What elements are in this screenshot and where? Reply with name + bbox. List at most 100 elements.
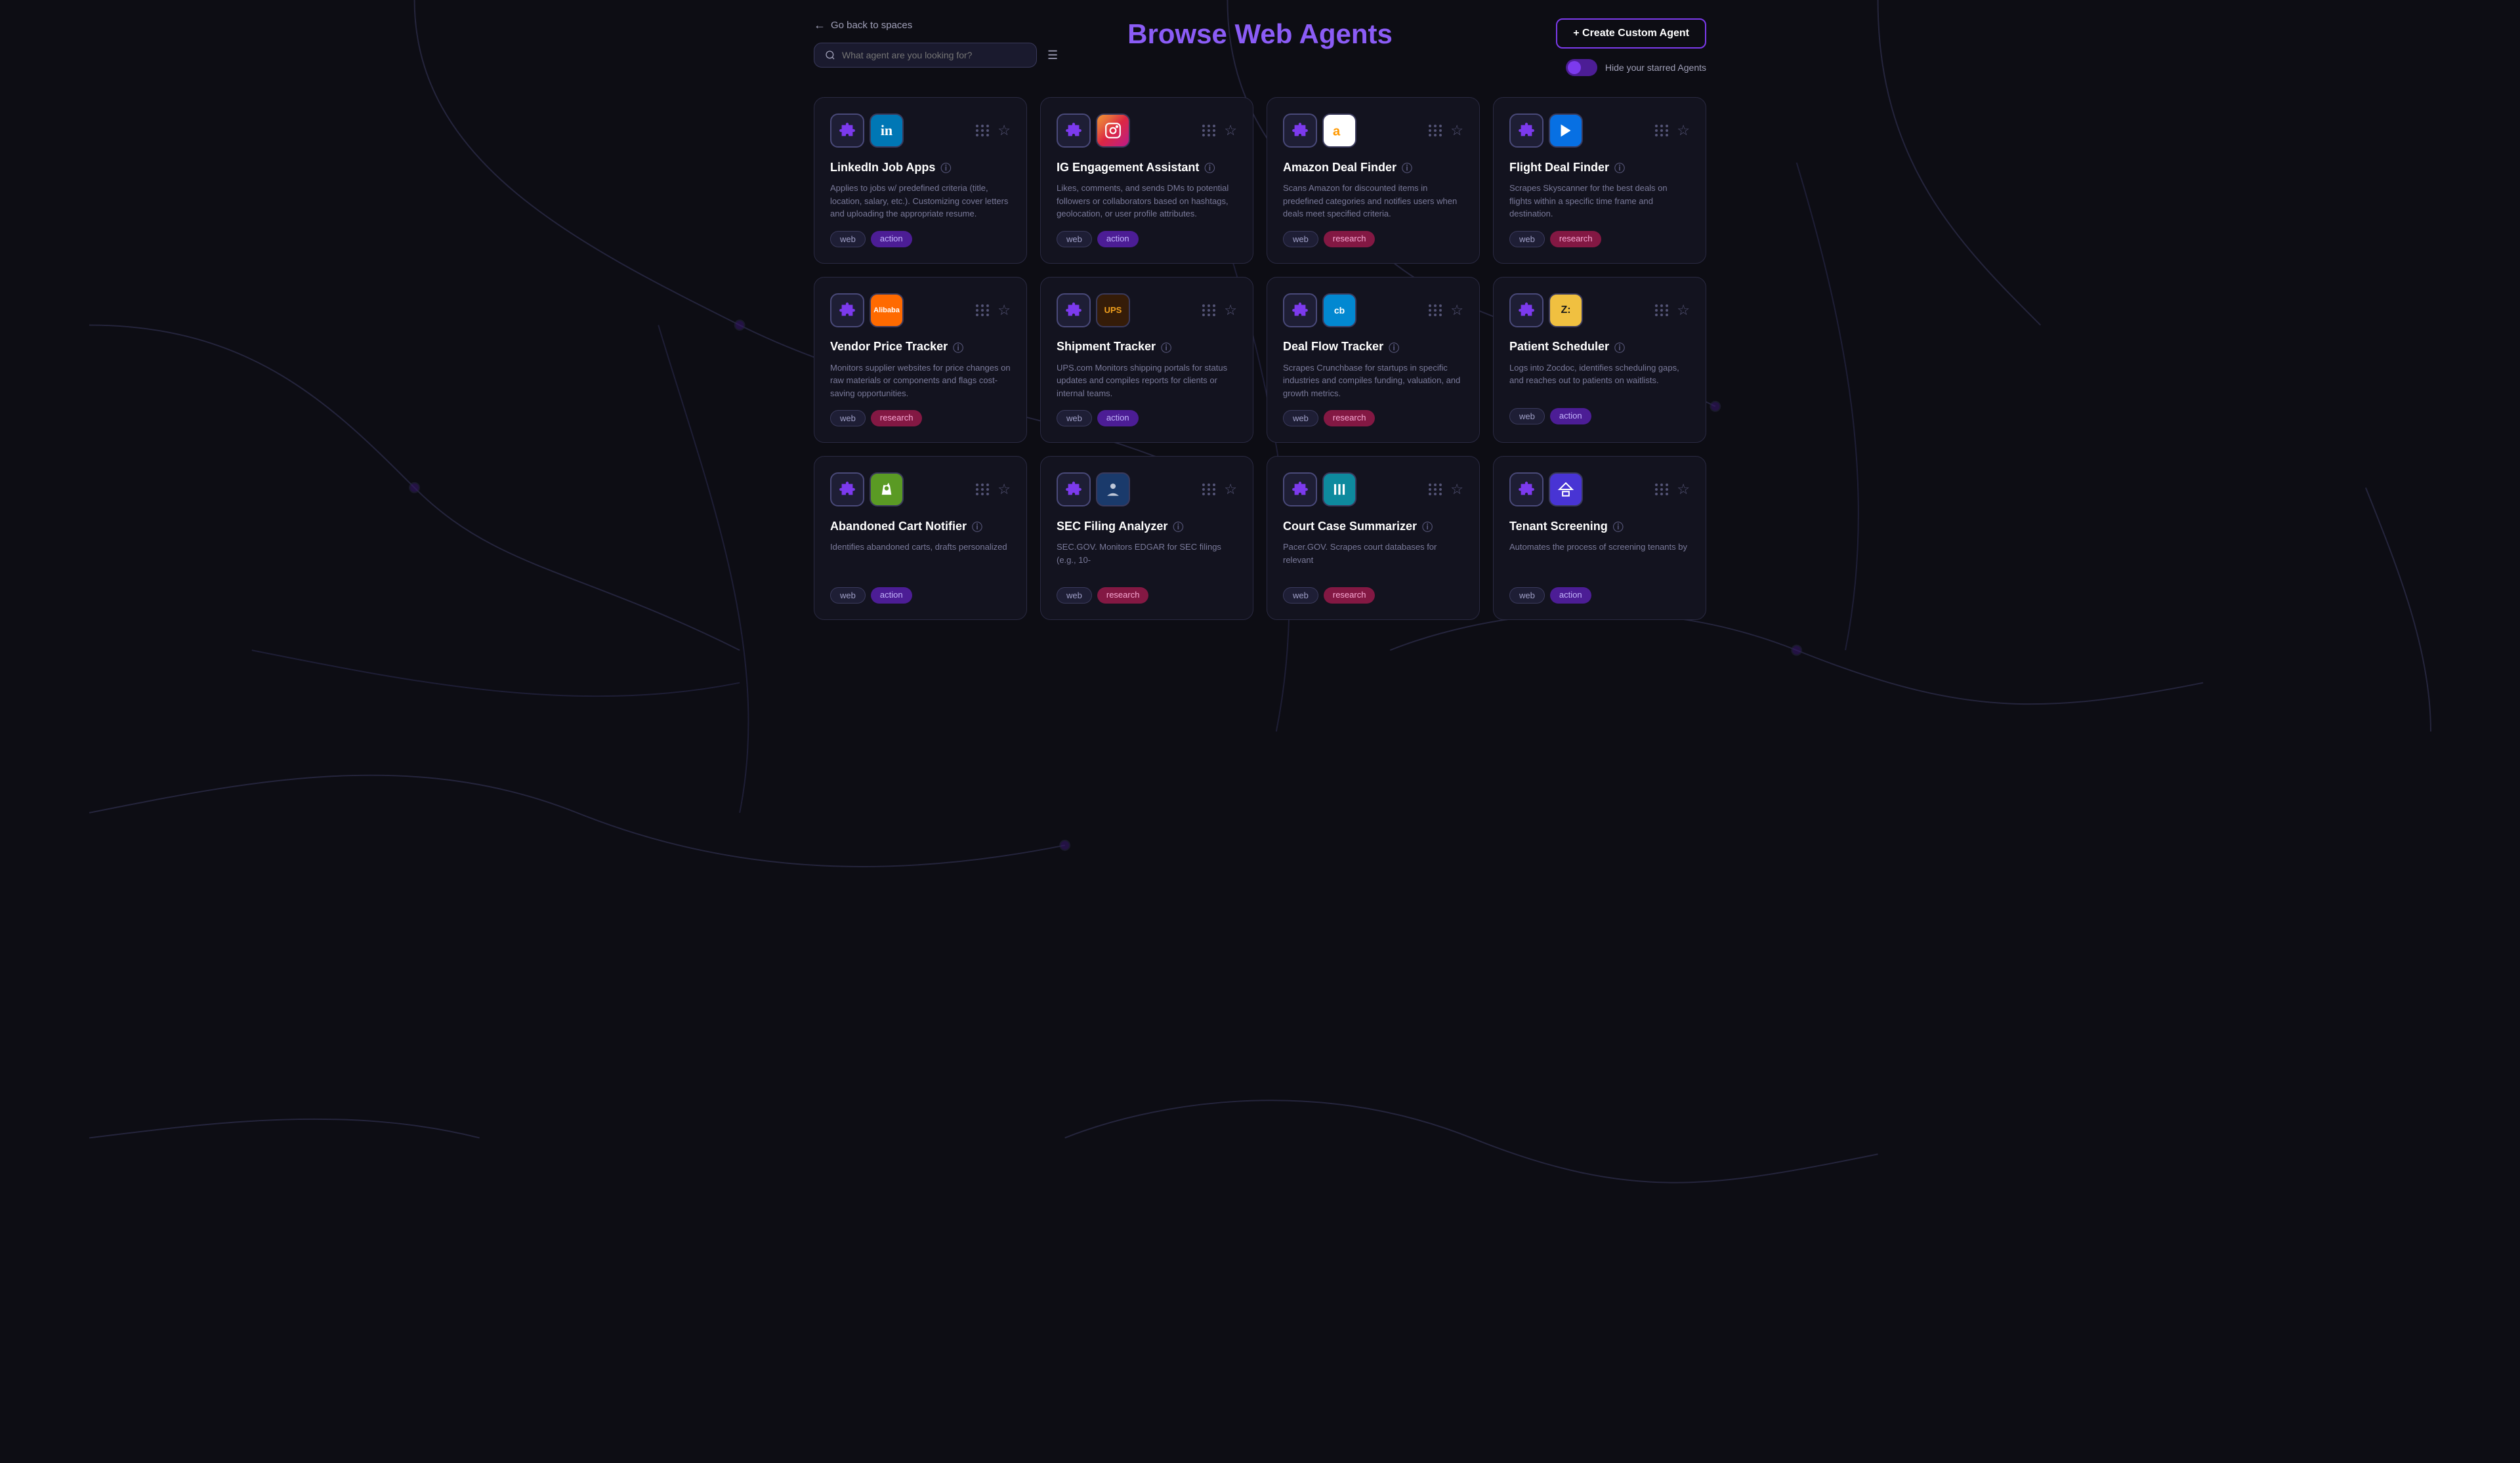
card-tags: webaction [830, 231, 1011, 247]
card-description: Scrapes Crunchbase for startups in speci… [1283, 361, 1463, 400]
card-tags: webresearch [1509, 231, 1690, 247]
card-actions: ☆ [1429, 302, 1463, 319]
agent-card-shipment-tracker[interactable]: UPS ☆ Shipment Tracker ⓘ UPS.com Monitor… [1040, 277, 1253, 443]
dots-menu-icon[interactable] [1655, 484, 1669, 495]
dots-menu-icon[interactable] [976, 304, 990, 316]
tag-web: web [1509, 408, 1545, 424]
card-title: LinkedIn Job Apps ⓘ [830, 159, 1011, 175]
dots-menu-icon[interactable] [1429, 304, 1442, 316]
agent-card-vendor-price-tracker[interactable]: Alibaba ☆ Vendor Price Tracker ⓘ Monitor… [814, 277, 1027, 443]
star-icon[interactable]: ☆ [1224, 122, 1237, 139]
back-link[interactable]: ← Go back to spaces [814, 18, 1058, 32]
star-icon[interactable]: ☆ [1677, 122, 1690, 139]
agent-card-court-case-summarizer[interactable]: ☆ Court Case Summarizer ⓘ Pacer.GOV. Scr… [1267, 456, 1480, 620]
service-icon-box [870, 472, 904, 506]
agent-card-linkedin-job-apps[interactable]: in ☆ LinkedIn Job Apps ⓘ Applies to jobs… [814, 97, 1027, 264]
agent-card-amazon-deal-finder[interactable]: a ☆ Amazon Deal Finder ⓘ Scans Amazon fo… [1267, 97, 1480, 264]
dots-menu-icon[interactable] [976, 125, 990, 136]
card-tags: webaction [1509, 587, 1690, 604]
service-icon-box [1096, 113, 1130, 148]
card-icons: in [830, 113, 904, 148]
info-icon[interactable]: ⓘ [1614, 159, 1625, 175]
star-icon[interactable]: ☆ [1677, 481, 1690, 498]
dots-menu-icon[interactable] [1202, 484, 1216, 495]
info-icon[interactable]: ⓘ [1204, 159, 1215, 175]
info-icon[interactable]: ⓘ [1173, 518, 1183, 534]
card-header: ☆ [1283, 472, 1463, 506]
card-title: Tenant Screening ⓘ [1509, 518, 1690, 534]
dots-menu-icon[interactable] [1202, 304, 1216, 316]
create-button-label: + Create Custom Agent [1573, 28, 1689, 39]
agent-card-tenant-screening[interactable]: ☆ Tenant Screening ⓘ Automates the proce… [1493, 456, 1706, 620]
card-title: Flight Deal Finder ⓘ [1509, 159, 1690, 175]
card-tags: webaction [1057, 410, 1237, 426]
card-header: ☆ [1057, 472, 1237, 506]
filter-icon[interactable]: ☰ [1047, 49, 1058, 62]
card-tags: webaction [830, 587, 1011, 604]
card-icons [1509, 113, 1583, 148]
agent-card-patient-scheduler[interactable]: Z: ☆ Patient Scheduler ⓘ Logs into Zocdo… [1493, 277, 1706, 443]
card-title: Vendor Price Tracker ⓘ [830, 339, 1011, 355]
star-icon[interactable]: ☆ [1677, 302, 1690, 319]
puzzle-icon-box [1283, 113, 1317, 148]
agent-card-ig-engagement[interactable]: ☆ IG Engagement Assistant ⓘ Likes, comme… [1040, 97, 1253, 264]
svg-text:a: a [1333, 125, 1341, 139]
star-icon[interactable]: ☆ [1450, 302, 1463, 319]
card-icons [1057, 113, 1130, 148]
dots-menu-icon[interactable] [1429, 484, 1442, 495]
dots-menu-icon[interactable] [1655, 304, 1669, 316]
puzzle-icon-box [1283, 472, 1317, 506]
info-icon[interactable]: ⓘ [1614, 339, 1625, 355]
card-tags: webresearch [1283, 587, 1463, 604]
create-custom-agent-button[interactable]: + Create Custom Agent [1556, 18, 1706, 49]
card-description: Identifies abandoned carts, drafts perso… [830, 541, 1011, 577]
info-icon[interactable]: ⓘ [1613, 518, 1624, 534]
card-icons: cb [1283, 293, 1356, 327]
agent-card-abandoned-cart-notifier[interactable]: ☆ Abandoned Cart Notifier ⓘ Identifies a… [814, 456, 1027, 620]
toggle-label: Hide your starred Agents [1605, 62, 1706, 73]
toggle-row: Hide your starred Agents [1566, 59, 1706, 76]
card-header: ☆ [1509, 113, 1690, 148]
info-icon[interactable]: ⓘ [953, 339, 963, 355]
card-title-text: Deal Flow Tracker [1283, 340, 1383, 354]
card-title: IG Engagement Assistant ⓘ [1057, 159, 1237, 175]
card-actions: ☆ [1655, 481, 1690, 498]
star-icon[interactable]: ☆ [1224, 481, 1237, 498]
card-title-text: Vendor Price Tracker [830, 340, 948, 354]
card-actions: ☆ [976, 122, 1011, 139]
agent-card-deal-flow-tracker[interactable]: cb ☆ Deal Flow Tracker ⓘ Scrapes Crunchb… [1267, 277, 1480, 443]
dots-menu-icon[interactable] [976, 484, 990, 495]
tag-research: research [1550, 231, 1602, 247]
info-icon[interactable]: ⓘ [1161, 339, 1171, 355]
star-icon[interactable]: ☆ [1450, 481, 1463, 498]
star-icon[interactable]: ☆ [998, 481, 1011, 498]
card-header: Z: ☆ [1509, 293, 1690, 327]
star-icon[interactable]: ☆ [1224, 302, 1237, 319]
info-icon[interactable]: ⓘ [1402, 159, 1412, 175]
service-icon-box: a [1322, 113, 1356, 148]
card-actions: ☆ [1202, 302, 1237, 319]
agent-card-flight-deal-finder[interactable]: ☆ Flight Deal Finder ⓘ Scrapes Skyscanne… [1493, 97, 1706, 264]
card-header: UPS ☆ [1057, 293, 1237, 327]
tag-web: web [1057, 231, 1092, 247]
card-tags: webresearch [830, 410, 1011, 426]
info-icon[interactable]: ⓘ [972, 518, 982, 534]
back-arrow-icon: ← [814, 18, 826, 32]
star-icon[interactable]: ☆ [998, 302, 1011, 319]
tag-action: action [871, 231, 912, 247]
dots-menu-icon[interactable] [1202, 125, 1216, 136]
puzzle-icon-box [830, 472, 864, 506]
agent-card-sec-filing-analyzer[interactable]: ☆ SEC Filing Analyzer ⓘ SEC.GOV. Monitor… [1040, 456, 1253, 620]
dots-menu-icon[interactable] [1655, 125, 1669, 136]
hide-starred-toggle[interactable] [1566, 59, 1597, 76]
star-icon[interactable]: ☆ [998, 122, 1011, 139]
tag-web: web [1283, 231, 1318, 247]
dots-menu-icon[interactable] [1429, 125, 1442, 136]
card-description: Logs into Zocdoc, identifies scheduling … [1509, 361, 1690, 398]
info-icon[interactable]: ⓘ [1389, 339, 1399, 355]
card-tags: webaction [1057, 231, 1237, 247]
star-icon[interactable]: ☆ [1450, 122, 1463, 139]
info-icon[interactable]: ⓘ [1422, 518, 1433, 534]
search-input[interactable] [842, 50, 1026, 60]
info-icon[interactable]: ⓘ [940, 159, 951, 175]
